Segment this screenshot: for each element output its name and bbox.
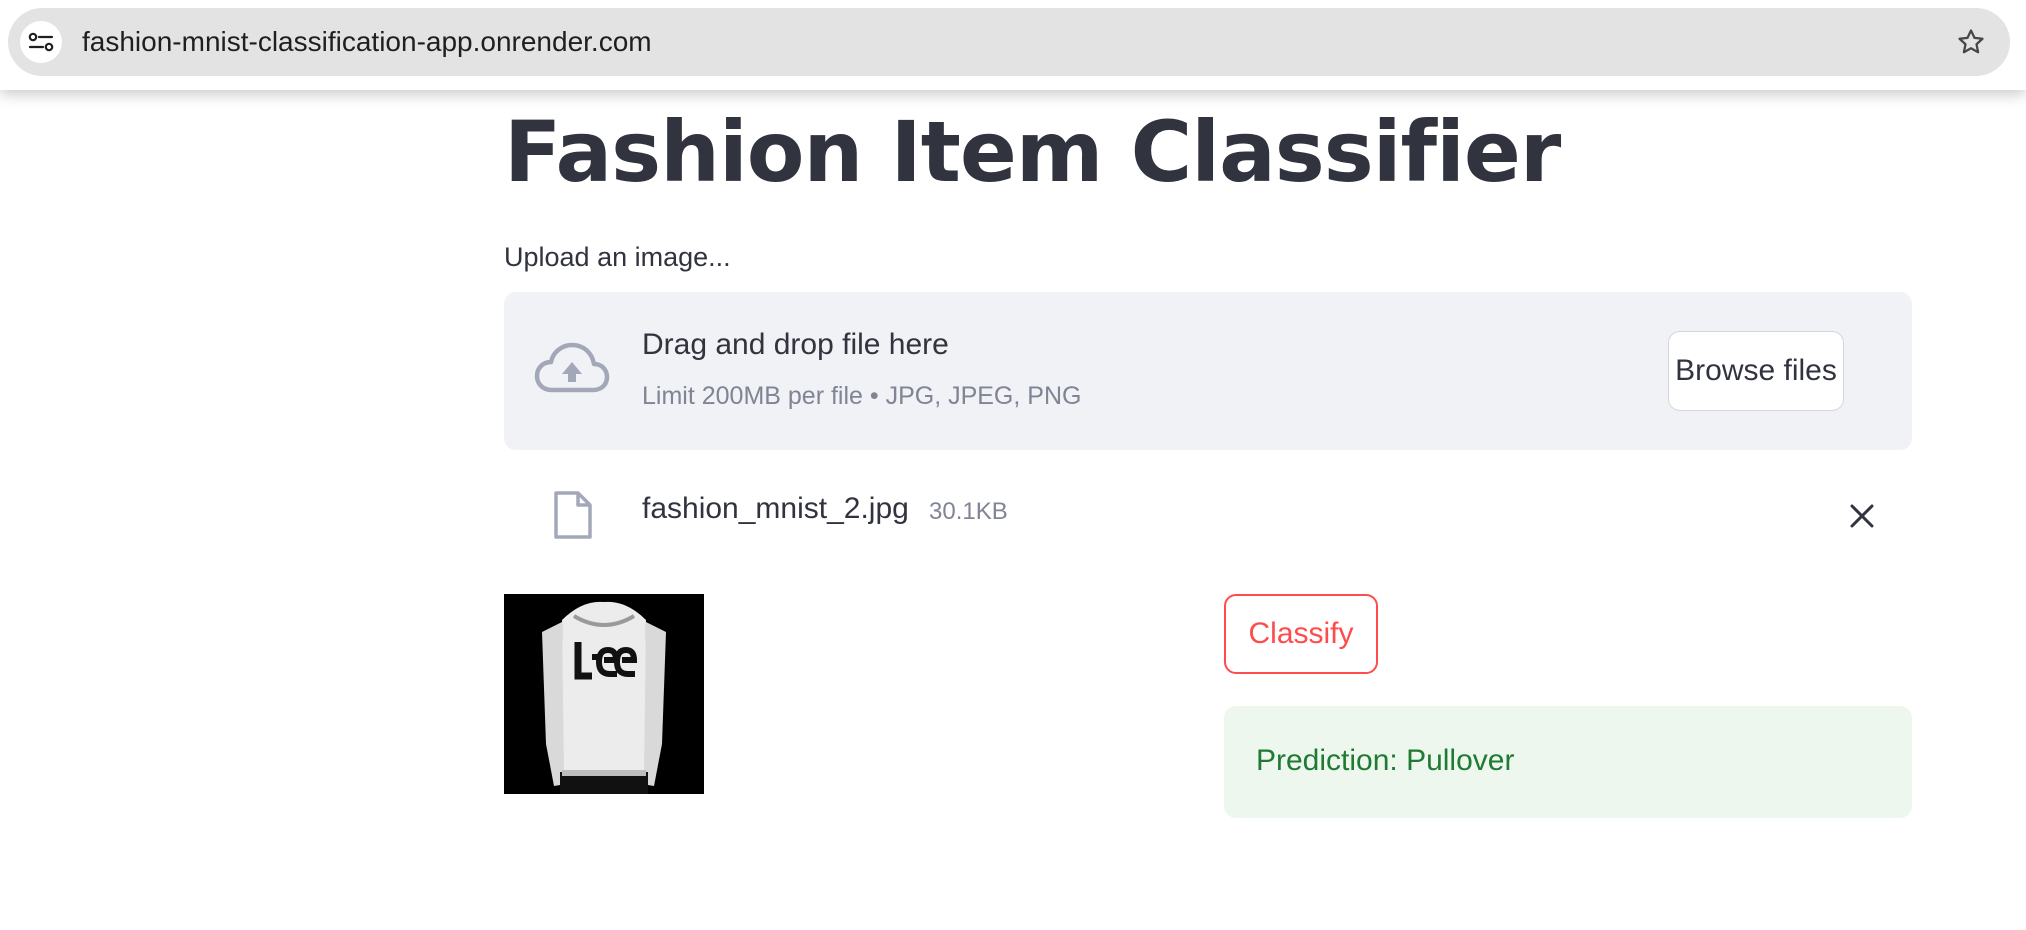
browser-toolbar: fashion-mnist-classification-app.onrende… bbox=[0, 0, 2026, 90]
uploaded-file-row: fashion_mnist_2.jpg 30.1KB bbox=[504, 470, 1912, 560]
browse-files-button[interactable]: Browse files bbox=[1668, 331, 1844, 411]
dropzone-title: Drag and drop file here bbox=[642, 328, 949, 361]
address-bar[interactable]: fashion-mnist-classification-app.onrende… bbox=[8, 8, 2010, 76]
prediction-text: Prediction: Pullover bbox=[1256, 744, 1515, 777]
dropzone-limits: Limit 200MB per file • JPG, JPEG, PNG bbox=[642, 382, 1082, 410]
cloud-upload-icon bbox=[534, 342, 610, 393]
url-text[interactable]: fashion-mnist-classification-app.onrende… bbox=[82, 8, 652, 76]
prediction-alert: Prediction: Pullover bbox=[1224, 706, 1912, 818]
close-icon[interactable] bbox=[1842, 496, 1882, 536]
page-title: Fashion Item Classifier bbox=[504, 103, 1561, 201]
pullover-thumbnail bbox=[504, 594, 704, 794]
upload-label: Upload an image... bbox=[504, 242, 731, 272]
file-name: fashion_mnist_2.jpg bbox=[642, 492, 909, 525]
file-size: 30.1KB bbox=[929, 498, 1008, 525]
tune-icon[interactable] bbox=[20, 21, 62, 63]
star-icon[interactable] bbox=[1954, 25, 1988, 59]
classify-button[interactable]: Classify bbox=[1224, 594, 1378, 674]
file-dropzone[interactable]: Drag and drop file here Limit 200MB per … bbox=[504, 292, 1912, 450]
file-icon bbox=[554, 491, 592, 539]
